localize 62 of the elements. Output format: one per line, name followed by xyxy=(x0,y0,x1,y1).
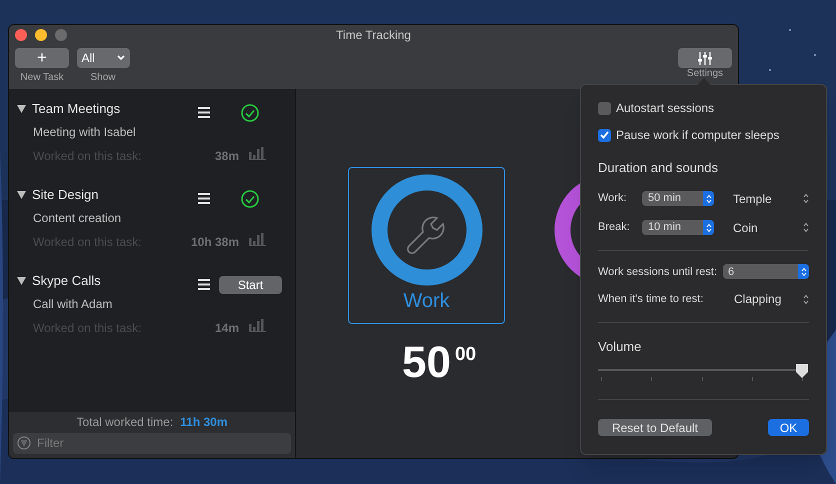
worked-time: 10h 38m xyxy=(190,234,239,251)
updown-icon xyxy=(803,193,809,204)
disclosure-triangle[interactable] xyxy=(17,276,26,285)
updown-icon xyxy=(803,222,809,233)
volume-label: Volume xyxy=(598,338,642,356)
task-description: Meeting with Isabel xyxy=(32,124,137,140)
start-button[interactable]: Start xyxy=(219,276,282,294)
task-name: Site Design xyxy=(32,186,98,204)
duration-label: Work: xyxy=(598,191,628,206)
checkbox-label: Pause work if computer sleeps xyxy=(616,127,780,144)
session-card[interactable]: Work xyxy=(348,167,505,324)
updown-icon xyxy=(803,294,809,304)
session-label: Work xyxy=(403,290,450,312)
task-name: Skype Calls xyxy=(32,272,101,290)
chevron-icon xyxy=(116,55,124,61)
checkbox[interactable] xyxy=(598,102,611,114)
disclosure-triangle[interactable] xyxy=(17,190,26,199)
duration-stepper[interactable]: 50 min xyxy=(642,191,714,206)
stepper-icon xyxy=(706,194,712,204)
total-time-value: 11h 30m xyxy=(180,414,228,430)
new-task-button[interactable]: + xyxy=(15,48,69,68)
checkbox[interactable] xyxy=(598,128,611,142)
section-title: Duration and sounds xyxy=(598,159,719,177)
sliders-icon xyxy=(698,52,712,64)
sound-popup[interactable]: Temple xyxy=(733,190,809,208)
close-button[interactable] xyxy=(15,29,27,41)
timer-seconds: 00 xyxy=(454,343,476,367)
sound-popup[interactable]: Coin xyxy=(733,218,809,236)
worked-time: 38m xyxy=(214,148,239,165)
checkbox-label: Autostart sessions xyxy=(616,100,714,117)
reset-button[interactable]: Reset to Default xyxy=(598,418,712,436)
menu-icon[interactable] xyxy=(198,107,210,118)
filter-icon xyxy=(17,436,31,450)
show-label: Show xyxy=(90,71,116,85)
ok-button[interactable]: OK xyxy=(768,418,809,436)
duration-label: Break: xyxy=(598,220,631,236)
wrench-icon xyxy=(406,216,444,254)
task-description: Call with Adam xyxy=(32,296,114,312)
show-dropdown[interactable]: All xyxy=(76,48,130,68)
sessions-until-rest-stepper[interactable]: 6 xyxy=(723,264,809,280)
duration-stepper[interactable]: 10 min xyxy=(642,220,714,235)
stepper-icon xyxy=(800,266,806,277)
checkmark-circle-icon xyxy=(241,190,259,208)
disclosure-triangle[interactable] xyxy=(17,104,26,113)
window-title: Time Tracking xyxy=(336,27,411,44)
minimize-button[interactable] xyxy=(35,29,47,41)
worked-time: 14m xyxy=(214,320,239,337)
timer-minutes: 50 xyxy=(402,339,451,387)
menu-icon[interactable] xyxy=(198,279,210,290)
stepper-icon xyxy=(706,222,712,232)
checkmark-circle-icon xyxy=(241,104,259,122)
rest-sound-label: When it's time to rest: xyxy=(598,292,704,307)
settings-button[interactable] xyxy=(678,48,732,68)
task-name: Team Meetings xyxy=(32,100,120,118)
task-description: Content creation xyxy=(32,210,122,226)
menu-icon[interactable] xyxy=(198,193,210,204)
settings-label: Settings xyxy=(686,68,724,79)
new-task-label: New Task xyxy=(20,71,64,85)
filter-field[interactable]: Filter xyxy=(13,433,291,454)
rest-sound-popup[interactable]: Clapping xyxy=(734,290,809,308)
sessions-until-rest-label: Work sessions until rest: xyxy=(598,264,718,280)
total-time-label: Total worked time: xyxy=(76,414,174,430)
